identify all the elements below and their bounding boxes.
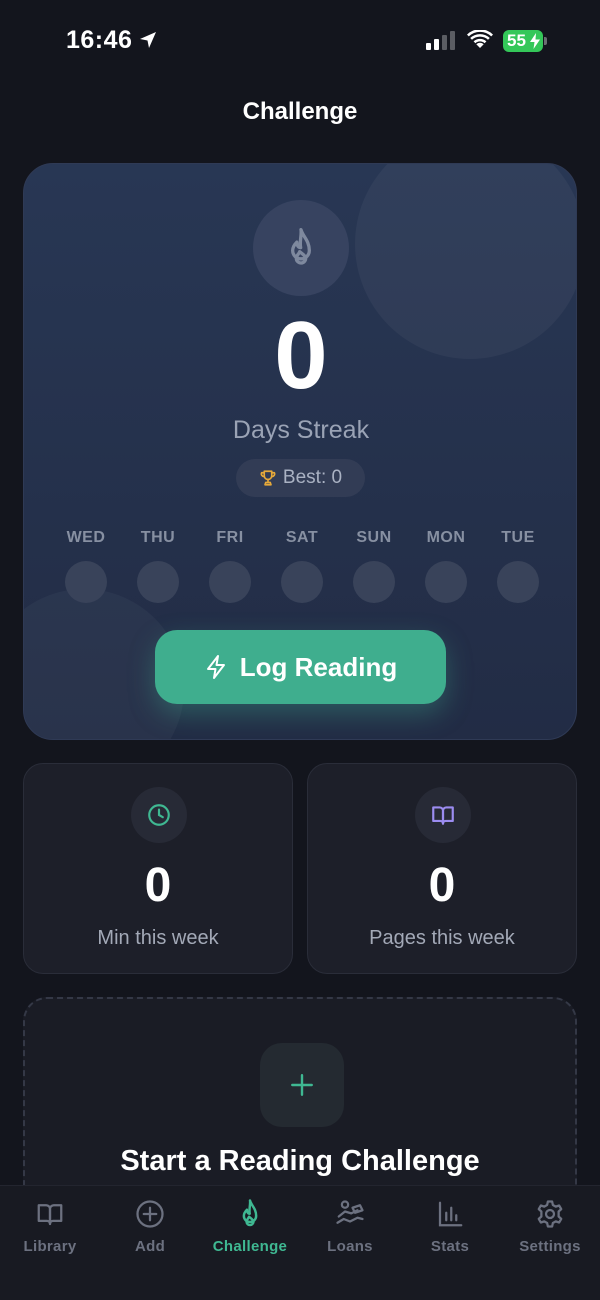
battery-percent: 55 (507, 31, 526, 50)
day-label: MON (426, 529, 466, 546)
add-challenge-button[interactable] (260, 1043, 344, 1127)
tab-bar: Library Add Challenge Loans Stats Settin… (0, 1185, 600, 1300)
tab-label: Add (134, 1238, 166, 1255)
tab-label: Loans (327, 1238, 373, 1255)
day-label: SUN (356, 529, 392, 546)
day-indicator (425, 561, 467, 603)
tab-settings[interactable]: Settings (500, 1198, 600, 1255)
status-bar: 16:46 55 (0, 0, 600, 80)
tab-library[interactable]: Library (0, 1198, 100, 1255)
stat-icon-badge (415, 787, 471, 843)
tab-label: Challenge (212, 1238, 288, 1255)
plus-icon (291, 1074, 313, 1096)
pages-value: 0 (428, 859, 456, 912)
clock-icon (148, 804, 170, 826)
bar-chart-icon (438, 1201, 463, 1227)
day-indicator (353, 561, 395, 603)
day-label: FRI (216, 529, 244, 546)
tab-label: Settings (519, 1238, 581, 1255)
tab-label: Stats (430, 1238, 470, 1255)
day-label: TUE (501, 529, 535, 546)
plus-circle-icon (136, 1200, 164, 1228)
day-thu: THU (136, 529, 180, 603)
day-wed: WED (64, 529, 108, 603)
streak-label: Days Streak (232, 416, 370, 444)
wifi-icon (467, 30, 493, 48)
best-streak-badge: Best: 0 (236, 459, 365, 497)
streak-count: 0 (274, 302, 328, 409)
lightning-icon (206, 655, 225, 679)
pages-label: Pages this week (369, 927, 515, 949)
stat-icon-badge (131, 787, 187, 843)
battery-charging-icon: 55 (503, 30, 547, 52)
minutes-label: Min this week (97, 927, 219, 949)
day-label: THU (140, 529, 176, 546)
charging-bolt-icon (530, 33, 540, 49)
day-tue: TUE (496, 529, 540, 603)
streak-card: 0 Days Streak Best: 0 WED THU FRI SAT SU… (23, 163, 577, 740)
tab-add[interactable]: Add (100, 1198, 200, 1255)
day-indicator (209, 561, 251, 603)
best-streak-label: Best: 0 (282, 467, 343, 488)
book-icon (432, 806, 454, 825)
day-fri: FRI (208, 529, 252, 603)
flame-icon (291, 228, 311, 265)
tab-challenge[interactable]: Challenge (200, 1198, 300, 1255)
log-reading-label: Log Reading (239, 651, 398, 682)
gear-icon (537, 1200, 563, 1228)
minutes-this-week-card: 0 Min this week (23, 763, 293, 974)
day-indicator (137, 561, 179, 603)
battery-cap (544, 37, 547, 45)
day-indicator (281, 561, 323, 603)
flame-icon (242, 1199, 258, 1227)
day-sat: SAT (280, 529, 324, 603)
tab-loans[interactable]: Loans (300, 1198, 400, 1255)
status-time: 16:46 (66, 26, 133, 54)
tab-stats[interactable]: Stats (400, 1198, 500, 1255)
week-days-row: WED THU FRI SAT SUN MON TUE (64, 529, 540, 603)
day-indicator (497, 561, 539, 603)
day-mon: MON (424, 529, 468, 603)
cellular-signal-icon (426, 31, 455, 50)
hand-book-icon (336, 1200, 364, 1224)
day-label: SAT (285, 529, 319, 546)
book-icon (37, 1204, 63, 1226)
day-label: WED (66, 529, 106, 546)
tab-label: Library (23, 1238, 77, 1255)
day-sun: SUN (352, 529, 396, 603)
challenge-title: Start a Reading Challenge (120, 1145, 480, 1177)
trophy-icon (260, 470, 276, 486)
log-reading-button[interactable]: Log Reading (155, 630, 446, 704)
pages-this-week-card: 0 Pages this week (307, 763, 577, 974)
day-indicator (65, 561, 107, 603)
location-arrow-icon (140, 32, 156, 48)
minutes-value: 0 (144, 859, 172, 912)
page-title: Challenge (242, 98, 358, 125)
streak-flame-badge (253, 200, 349, 296)
